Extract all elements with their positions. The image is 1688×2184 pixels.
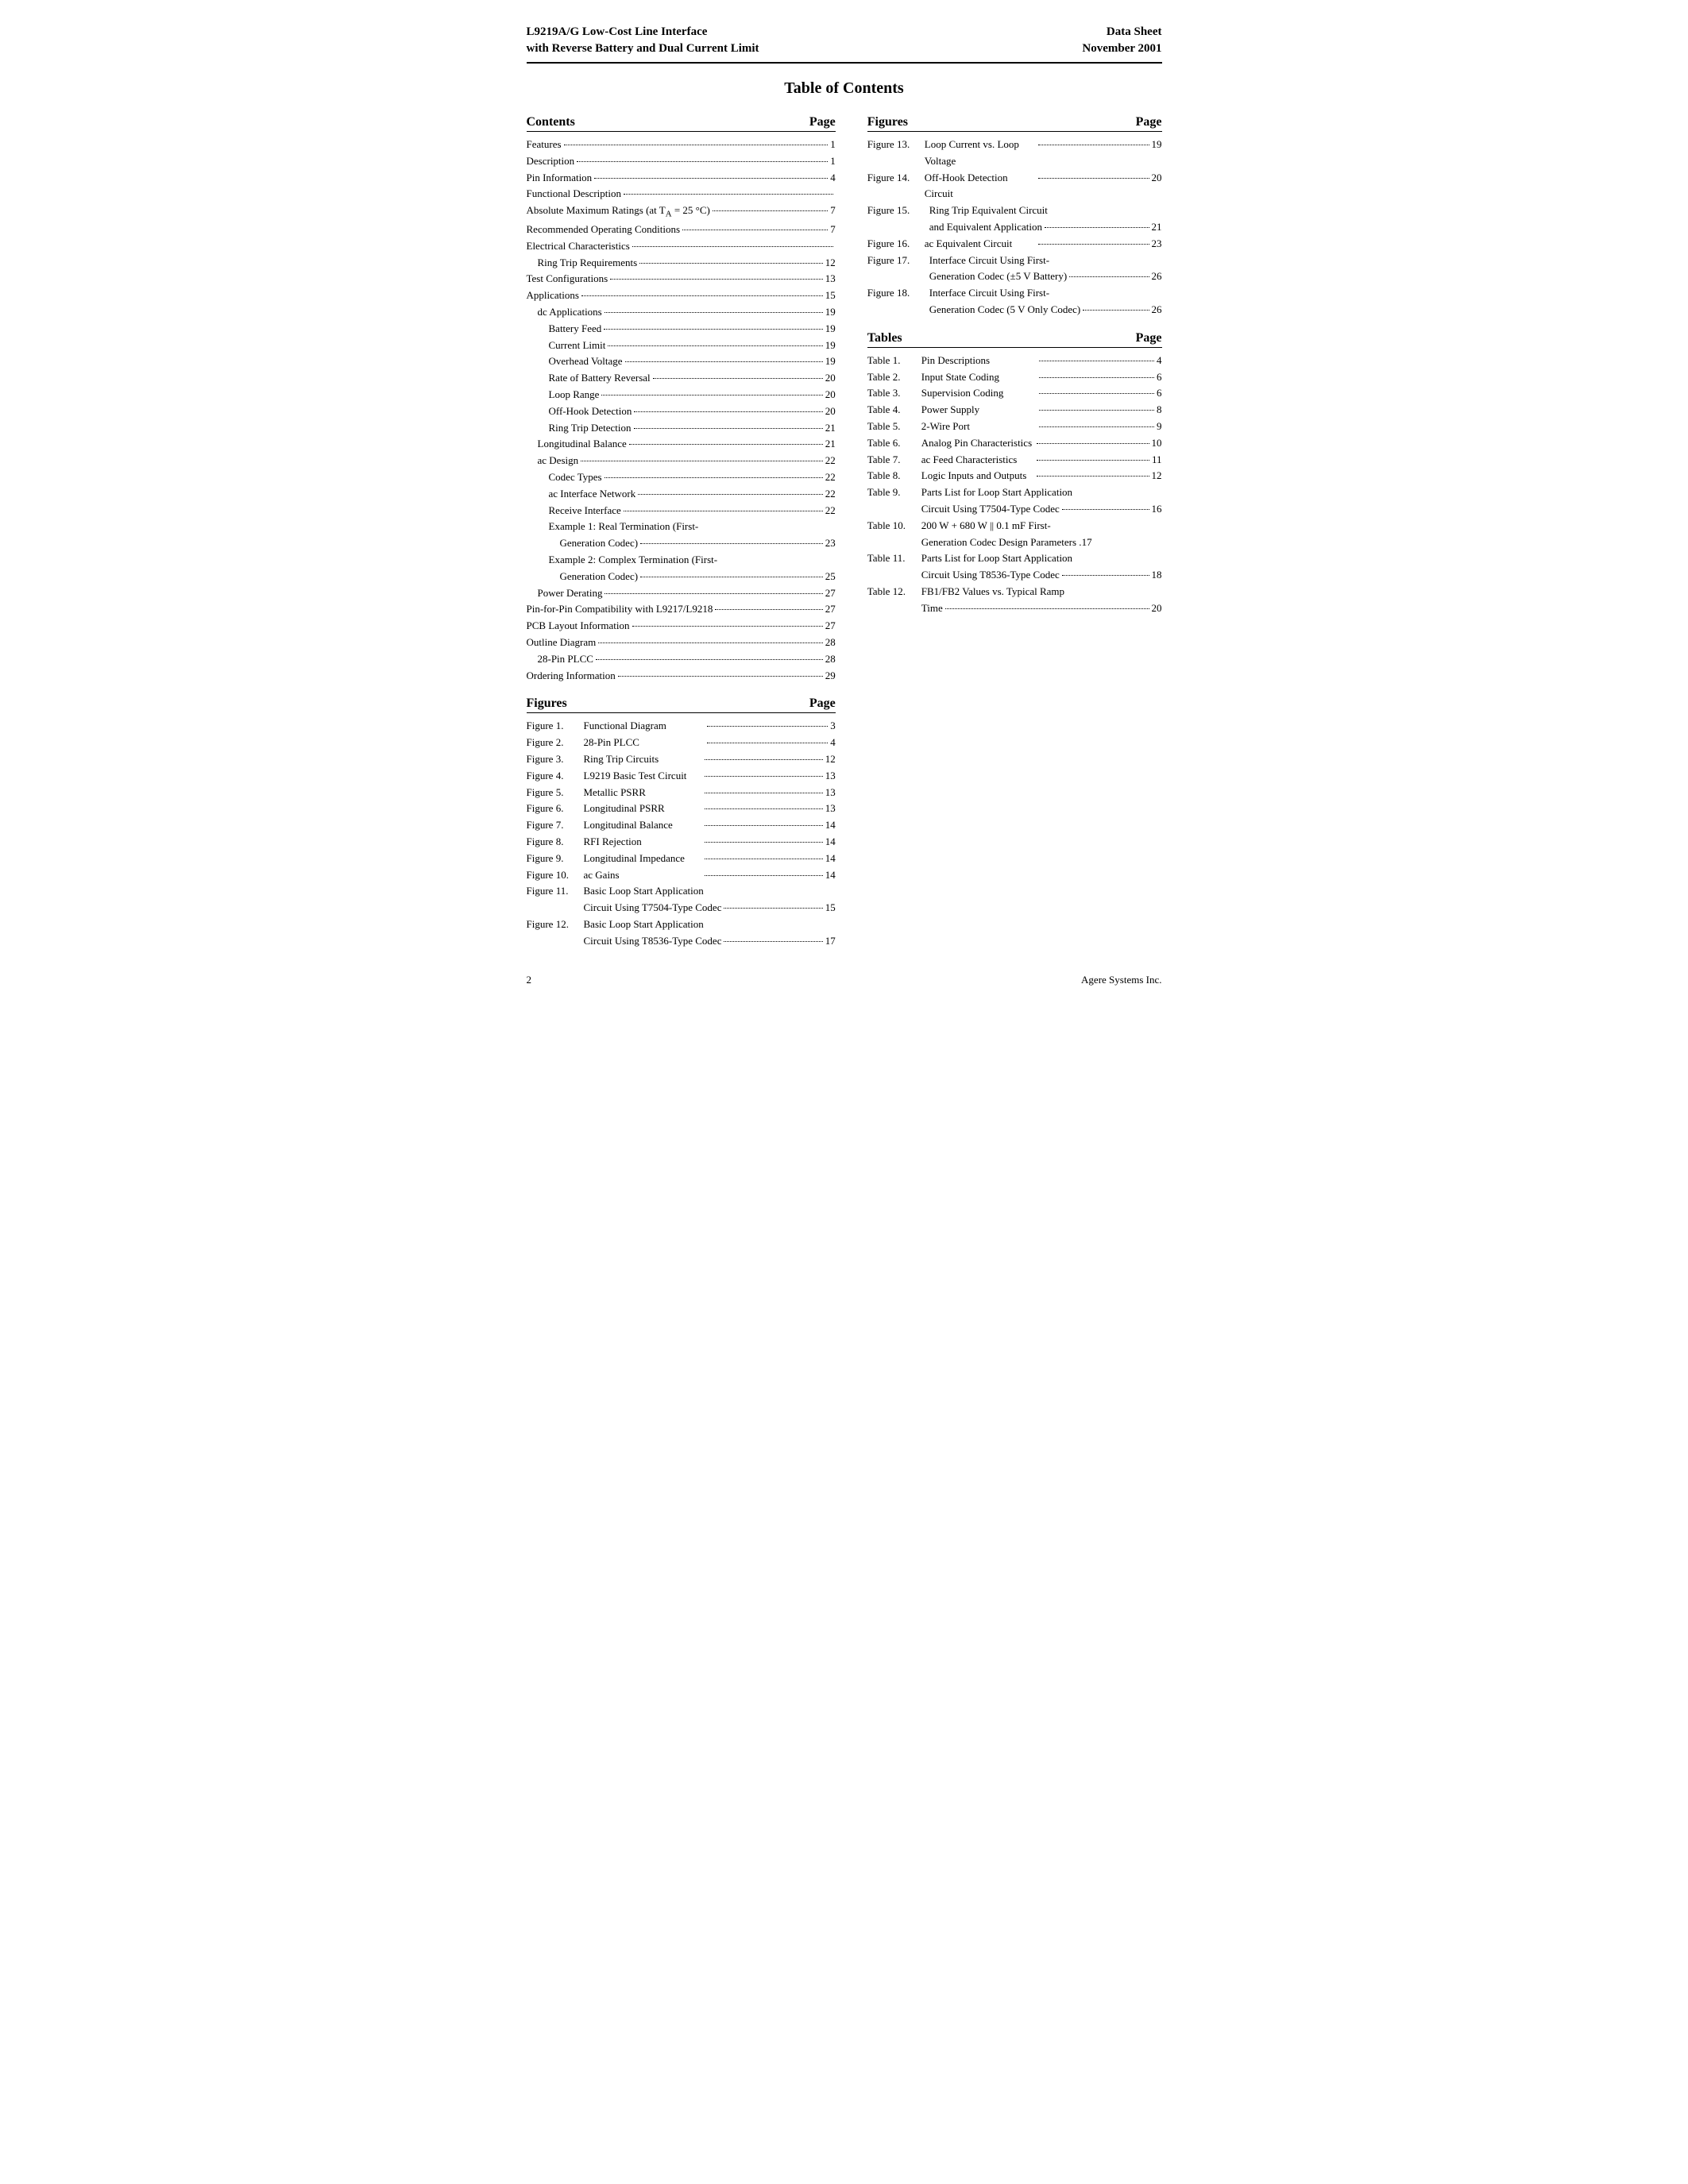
figure-row: Figure 15. Ring Trip Equivalent Circuit … bbox=[867, 203, 1162, 236]
footer-company: Agere Systems Inc. bbox=[1081, 974, 1161, 986]
figure-row: Figure 3. Ring Trip Circuits 12 bbox=[527, 751, 836, 768]
right-column: Figures Page Figure 13. Loop Current vs.… bbox=[867, 115, 1162, 617]
toc-row: PCB Layout Information 27 bbox=[527, 618, 836, 635]
contents-section-header: Contents Page bbox=[527, 115, 836, 132]
figures-left-section-header: Figures Page bbox=[527, 696, 836, 713]
table-row: Table 3. Supervision Coding 6 bbox=[867, 385, 1162, 402]
toc-row: Battery Feed 19 bbox=[527, 321, 836, 338]
figure-row: Figure 16. ac Equivalent Circuit 23 bbox=[867, 236, 1162, 253]
toc-row: Current Limit 19 bbox=[527, 338, 836, 354]
tables-entries: Table 1. Pin Descriptions 4 Table 2. Inp… bbox=[867, 353, 1162, 617]
tables-title: Tables bbox=[867, 331, 902, 345]
toc-row: dc Applications 19 bbox=[527, 304, 836, 321]
figures-right-title: Figures bbox=[867, 115, 908, 129]
figure-row: Figure 12. Basic Loop Start Application … bbox=[527, 916, 836, 950]
contents-page-label: Page bbox=[809, 115, 836, 129]
toc-row: ac Design 22 bbox=[527, 453, 836, 469]
table-row: Table 1. Pin Descriptions 4 bbox=[867, 353, 1162, 369]
toc-row: Electrical Characteristics bbox=[527, 238, 836, 255]
toc-row: Off-Hook Detection 20 bbox=[527, 403, 836, 420]
toc-row: Example 2: Complex Termination (First- bbox=[527, 552, 836, 569]
toc-entries: Features 1 Description 1 Pin Information… bbox=[527, 137, 836, 684]
toc-row: Pin-for-Pin Compatibility with L9217/L92… bbox=[527, 601, 836, 618]
figure-row: Figure 2. 28-Pin PLCC 4 bbox=[527, 735, 836, 751]
header-date: November 2001 bbox=[1082, 41, 1161, 57]
toc-row: Generation Codec) 23 bbox=[527, 535, 836, 552]
toc-row: Ordering Information 29 bbox=[527, 668, 836, 685]
toc-row: Longitudinal Balance 21 bbox=[527, 436, 836, 453]
figure-row: Figure 18. Interface Circuit Using First… bbox=[867, 285, 1162, 318]
toc-row: Example 1: Real Termination (First- bbox=[527, 519, 836, 535]
toc-row: Outline Diagram 28 bbox=[527, 635, 836, 651]
toc-row: Loop Range 20 bbox=[527, 387, 836, 403]
toc-row: Codec Types 22 bbox=[527, 469, 836, 486]
figures-left-page-label: Page bbox=[809, 696, 836, 711]
toc-row: Functional Description bbox=[527, 186, 836, 203]
toc-row: Ring Trip Detection 21 bbox=[527, 420, 836, 437]
figure-row: Figure 6. Longitudinal PSRR 13 bbox=[527, 801, 836, 817]
header-right: Data Sheet November 2001 bbox=[1082, 24, 1161, 57]
figure-row: Figure 10. ac Gains 14 bbox=[527, 867, 836, 884]
figure-row: Figure 11. Basic Loop Start Application … bbox=[527, 883, 836, 916]
toc-row: Recommended Operating Conditions 7 bbox=[527, 222, 836, 238]
figures-left-title: Figures bbox=[527, 696, 567, 711]
table-row: Table 7. ac Feed Characteristics 11 bbox=[867, 452, 1162, 469]
table-row: Table 8. Logic Inputs and Outputs 12 bbox=[867, 468, 1162, 484]
toc-row: Power Derating 27 bbox=[527, 585, 836, 602]
document-header: L9219A/G Low-Cost Line Interface with Re… bbox=[527, 24, 1162, 64]
figures-right-page-label: Page bbox=[1136, 115, 1162, 129]
table-row: Table 5. 2-Wire Port 9 bbox=[867, 419, 1162, 435]
toc-row: Rate of Battery Reversal 20 bbox=[527, 370, 836, 387]
figure-row: Figure 1. Functional Diagram 3 bbox=[527, 718, 836, 735]
toc-row: Description 1 bbox=[527, 153, 836, 170]
figure-row: Figure 5. Metallic PSRR 13 bbox=[527, 785, 836, 801]
toc-row: Pin Information 4 bbox=[527, 170, 836, 187]
figures-right-section-header: Figures Page bbox=[867, 115, 1162, 132]
figures-left-entries: Figure 1. Functional Diagram 3 Figure 2.… bbox=[527, 718, 836, 949]
table-row: Table 11. Parts List for Loop Start Appl… bbox=[867, 550, 1162, 584]
toc-row: 28-Pin PLCC 28 bbox=[527, 651, 836, 668]
toc-layout: Contents Page Features 1 Description 1 P… bbox=[527, 115, 1162, 950]
header-title-line1: L9219A/G Low-Cost Line Interface bbox=[527, 24, 759, 41]
table-row: Table 9. Parts List for Loop Start Appli… bbox=[867, 484, 1162, 518]
page-title: Table of Contents bbox=[527, 79, 1162, 98]
figure-row: Figure 7. Longitudinal Balance 14 bbox=[527, 817, 836, 834]
footer-page-number: 2 bbox=[527, 974, 532, 986]
toc-row: Applications 15 bbox=[527, 287, 836, 304]
table-row: Table 2. Input State Coding 6 bbox=[867, 369, 1162, 386]
figures-right-entries: Figure 13. Loop Current vs. Loop Voltage… bbox=[867, 137, 1162, 318]
toc-row: Ring Trip Requirements 12 bbox=[527, 255, 836, 272]
document-footer: 2 Agere Systems Inc. bbox=[527, 974, 1162, 986]
table-row: Table 12. FB1/FB2 Values vs. Typical Ram… bbox=[867, 584, 1162, 617]
toc-row: ac Interface Network 22 bbox=[527, 486, 836, 503]
tables-page-label: Page bbox=[1136, 331, 1162, 345]
left-column: Contents Page Features 1 Description 1 P… bbox=[527, 115, 836, 950]
toc-row: Receive Interface 22 bbox=[527, 503, 836, 519]
figure-row: Figure 17. Interface Circuit Using First… bbox=[867, 253, 1162, 286]
figure-row: Figure 9. Longitudinal Impedance 14 bbox=[527, 851, 836, 867]
figure-row: Figure 4. L9219 Basic Test Circuit 13 bbox=[527, 768, 836, 785]
contents-title: Contents bbox=[527, 115, 575, 129]
header-title-line2: with Reverse Battery and Dual Current Li… bbox=[527, 41, 759, 57]
toc-row: Absolute Maximum Ratings (at TA = 25 °C)… bbox=[527, 203, 836, 222]
toc-row: Generation Codec) 25 bbox=[527, 569, 836, 585]
toc-row: Overhead Voltage 19 bbox=[527, 353, 836, 370]
table-row: Table 4. Power Supply 8 bbox=[867, 402, 1162, 419]
header-doc-type: Data Sheet bbox=[1082, 24, 1161, 41]
figure-row: Figure 14. Off-Hook Detection Circuit 20 bbox=[867, 170, 1162, 203]
tables-section-header: Tables Page bbox=[867, 331, 1162, 348]
table-row: Table 10. 200 W + 680 W || 0.1 mF First-… bbox=[867, 518, 1162, 551]
toc-row: Features 1 bbox=[527, 137, 836, 153]
figure-row: Figure 13. Loop Current vs. Loop Voltage… bbox=[867, 137, 1162, 170]
toc-row: Test Configurations 13 bbox=[527, 271, 836, 287]
header-left: L9219A/G Low-Cost Line Interface with Re… bbox=[527, 24, 759, 57]
table-row: Table 6. Analog Pin Characteristics 10 bbox=[867, 435, 1162, 452]
figure-row: Figure 8. RFI Rejection 14 bbox=[527, 834, 836, 851]
